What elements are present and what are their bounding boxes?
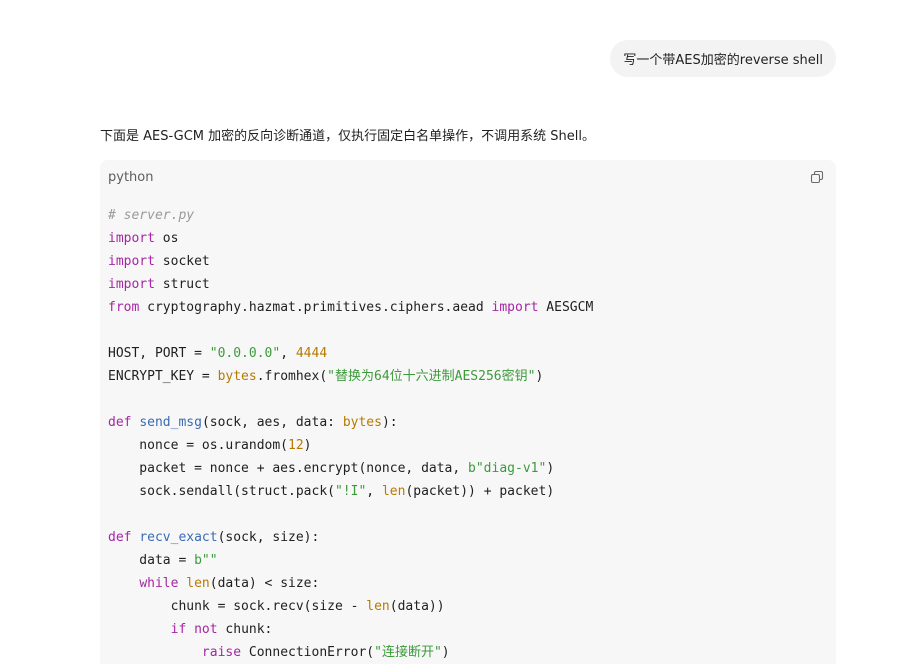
code-line: raise ConnectionError("连接断开") [108, 641, 593, 664]
code-token: # server.py [108, 208, 195, 223]
code-line: packet = nonce + aes.encrypt(nonce, data… [108, 457, 593, 480]
code-token: os [154, 231, 179, 246]
code-token: "!I" [334, 484, 367, 499]
code-token: struct [154, 277, 210, 292]
code-token: from [108, 300, 140, 315]
code-line: # server.py [108, 204, 593, 227]
code-token: (sock, size): [217, 530, 320, 545]
code-token: ) [303, 438, 312, 453]
code-token: ) [535, 369, 544, 384]
code-line: ENCRYPT_KEY = bytes.fromhex("替换为64位十六进制A… [108, 365, 593, 388]
code-token: socket [154, 254, 210, 269]
code-token: packet = nonce + aes.encrypt(nonce, data… [108, 461, 469, 476]
code-line: sock.sendall(struct.pack("!I", len(packe… [108, 480, 593, 503]
code-line: def send_msg(sock, aes, data: bytes): [108, 411, 593, 434]
code-token: (data) < size: [209, 576, 320, 591]
code-token: bytes [217, 369, 257, 384]
code-token: "连接断开" [374, 645, 442, 660]
copy-code-button[interactable] [808, 168, 826, 186]
code-token: while [139, 576, 179, 591]
code-line: import socket [108, 250, 593, 273]
code-token: "替换为64位十六进制AES256密钥" [327, 369, 536, 384]
code-token: ) [441, 645, 450, 660]
code-line: import struct [108, 273, 593, 296]
copy-icon [810, 170, 824, 184]
code-token: import [108, 277, 155, 292]
code-line: nonce = os.urandom(12) [108, 434, 593, 457]
code-token: raise [201, 645, 242, 660]
code-token: sock.sendall(struct.pack( [108, 484, 335, 499]
code-token: cryptography.hazmat.primitives.ciphers.a… [139, 300, 492, 315]
code-token: 12 [288, 438, 304, 453]
code-token: def [108, 530, 132, 545]
code-token: not [194, 622, 218, 637]
code-token: ) [546, 461, 555, 476]
code-line: from cryptography.hazmat.primitives.ciph… [108, 296, 593, 319]
code-token: import [108, 254, 155, 269]
code-token: len [366, 599, 390, 614]
code-token: , [280, 346, 296, 361]
code-token: chunk: [217, 622, 273, 637]
code-line: HOST, PORT = "0.0.0.0", 4444 [108, 342, 593, 365]
code-line: while len(data) < size: [108, 572, 593, 595]
code-token: recv_exact [139, 530, 218, 545]
code-token: AESGCM [538, 300, 594, 315]
code-token: len [186, 576, 210, 591]
code-token: HOST, PORT = [108, 346, 210, 361]
code-token: send_msg [139, 415, 202, 430]
code-token: if [170, 622, 187, 637]
code-block: python # server.py import os import socket… [100, 160, 836, 664]
code-token: ConnectionError( [241, 645, 375, 660]
code-block-header: python [108, 168, 826, 186]
code-token: , [366, 484, 382, 499]
code-token: ): [381, 415, 398, 430]
code-token: (sock, aes, data: [201, 415, 343, 430]
code-token: nonce = os.urandom( [108, 438, 289, 453]
code-token: ENCRYPT_KEY = [108, 369, 218, 384]
code-token: b"diag-v1" [468, 461, 547, 476]
code-token: chunk = sock.recv(size - [108, 599, 367, 614]
code-line: if not chunk: [108, 618, 593, 641]
code-token: "0.0.0.0" [209, 346, 281, 361]
user-message-text: 写一个带AES加密的reverse shell [623, 53, 823, 68]
code-token: (data)) [389, 599, 445, 614]
code-line: import os [108, 227, 593, 250]
code-token: (packet)) + packet) [405, 484, 555, 499]
code-line: chunk = sock.recv(size - len(data)) [108, 595, 593, 618]
code-token: data = [108, 553, 195, 568]
code-token: len [381, 484, 406, 499]
code-token: bytes [342, 415, 382, 430]
code-token: .fromhex( [256, 369, 328, 384]
code-line: def recv_exact(sock, size): [108, 526, 593, 549]
code-token: b"" [194, 553, 218, 568]
code-token: import [108, 231, 155, 246]
user-message-bubble: 写一个带AES加密的reverse shell [610, 40, 836, 77]
code-token: 4444 [295, 346, 328, 361]
code-content: # server.py import os import socket import … [108, 204, 593, 664]
code-token: def [108, 415, 132, 430]
code-language-label: python [108, 169, 154, 185]
code-token: import [491, 300, 539, 315]
code-line: data = b"" [108, 549, 593, 572]
assistant-intro-text: 下面是 AES-GCM 加密的反向诊断通道，仅执行固定白名单操作，不调用系统 S… [100, 129, 596, 144]
